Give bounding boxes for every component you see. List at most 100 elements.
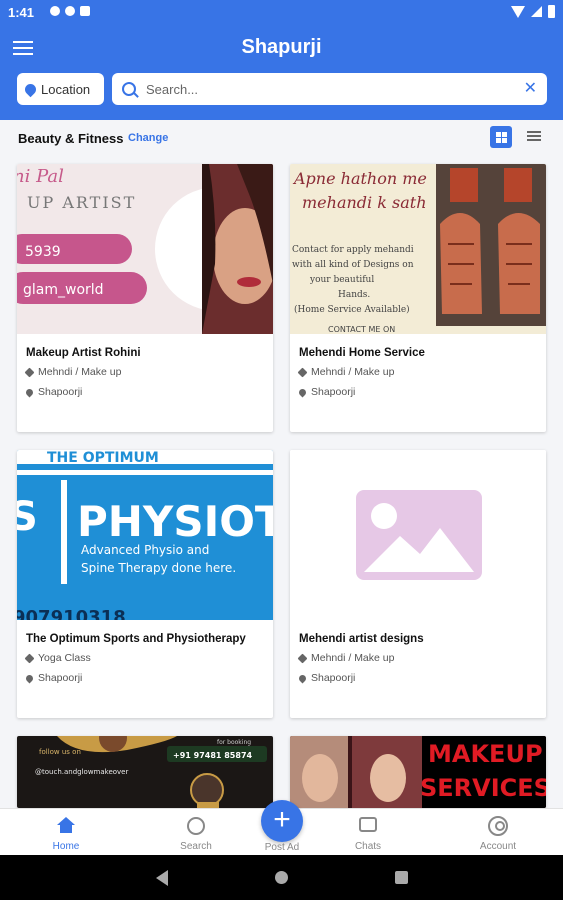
listing-image: ni Pal UP ARTIST 5939 glam_world (17, 164, 273, 334)
image-text-6: Hands. (338, 290, 370, 300)
listing-location-text: Shapoorji (311, 672, 356, 684)
listing-location: Shapoorji (24, 386, 83, 398)
search-bar[interactable]: ✕ (112, 73, 547, 105)
search-icon (122, 82, 136, 96)
wifi-icon (511, 5, 525, 18)
listing-category: Mehndi / Make up (297, 652, 394, 664)
listing-image: MAKEUP SERVICES (290, 736, 546, 808)
location-label: Location (41, 81, 91, 97)
app-screen: 1:41 Shapurji Location ✕ Beauty & Fitnes… (0, 0, 563, 900)
status-time: 1:41 (8, 5, 35, 20)
notification-icons (50, 6, 90, 16)
image-placeholder-icon (290, 450, 546, 620)
image-text-1: MAKEUP (428, 740, 543, 768)
image-text-2: SERVICES (420, 774, 546, 802)
signal-icon (531, 6, 542, 17)
listing-location-text: Shapoorji (38, 672, 83, 684)
image-text-3: Advanced Physio and (81, 543, 209, 557)
home-circle-icon[interactable] (275, 871, 288, 884)
listing-image: Apne hathon me mehandi k sath Contact fo… (290, 164, 546, 334)
app-title: Shapurji (241, 36, 322, 58)
tag-icon (297, 367, 308, 377)
image-text-1: follow us on (39, 748, 81, 756)
image-text-2: UP ARTIST (27, 193, 136, 212)
image-text-4: glam_world (23, 282, 104, 298)
listing-card[interactable]: follow us on @touch.andglowmakeover +91 … (17, 736, 273, 808)
listing-location-text: Shapoorji (311, 386, 356, 398)
listing-card[interactable]: THE OPTIMUM S PHYSIOT Advanced Physio an… (17, 450, 273, 718)
listing-location: Shapoorji (24, 672, 83, 684)
image-text-2: PHYSIOT (77, 497, 273, 546)
app-notification-icon (65, 6, 75, 16)
nav-account[interactable]: Account (458, 809, 538, 856)
image-text-3: +91 97481 85874 (173, 751, 253, 760)
image-text-3: 5939 (25, 244, 61, 260)
nav-account-label: Account (479, 841, 517, 852)
listing-category: Mehndi / Make up (297, 366, 395, 378)
tag-icon (297, 653, 308, 663)
listing-image: follow us on @touch.andglowmakeover +91 … (17, 736, 273, 808)
nav-chats-label: Chats (354, 841, 382, 852)
location-pin-icon (22, 81, 39, 97)
battery-icon (548, 5, 555, 18)
location-pin-icon (24, 673, 35, 683)
image-text-5: 907910318 (17, 607, 126, 620)
chat-icon (359, 817, 377, 832)
listing-location: Shapoorji (297, 386, 356, 398)
home-icon (57, 817, 75, 833)
change-category-link[interactable]: Change (128, 132, 168, 144)
image-placeholder (290, 450, 546, 620)
listing-category-text: Mehndi / Make up (311, 366, 395, 378)
listing-card[interactable]: Apne hathon me mehandi k sath Contact fo… (290, 164, 546, 432)
image-text-2: mehandi k sath (302, 193, 427, 212)
listing-card[interactable]: MAKEUP SERVICES (290, 736, 546, 808)
post-ad-button[interactable]: + (261, 800, 303, 842)
account-icon (488, 816, 508, 836)
svg-text:S: S (17, 494, 38, 540)
tag-icon (24, 367, 35, 377)
image-text-1: THE OPTIMUM (47, 450, 159, 466)
image-text-3: Contact for apply mehandi (292, 245, 414, 255)
post-ad-label: Post Ad (264, 842, 300, 853)
nav-home-label: Home (52, 841, 80, 852)
listing-category: Mehndi / Make up (24, 366, 122, 378)
system-status-icons (511, 5, 555, 18)
listing-title: Mehendi Home Service (299, 347, 425, 359)
listing-category-text: Yoga Class (38, 652, 91, 664)
recent-apps-icon[interactable] (395, 871, 408, 884)
back-icon[interactable] (156, 870, 168, 886)
image-text-8: CONTACT ME ON (328, 325, 395, 334)
image-text-4: Spine Therapy done here. (81, 561, 236, 575)
app-bar: Shapurji Location ✕ (0, 26, 563, 120)
system-navigation-bar (0, 855, 563, 900)
clear-search-icon[interactable]: ✕ (524, 81, 537, 97)
listing-title: The Optimum Sports and Physiotherapy (26, 633, 246, 645)
image-text-4: for booking (217, 739, 251, 746)
nav-chats[interactable]: Chats (328, 809, 408, 856)
location-pin-icon (24, 387, 35, 397)
location-pin-icon (297, 387, 308, 397)
notification-dot-icon (50, 6, 60, 16)
image-text-2: @touch.andglowmakeover (35, 768, 128, 776)
listing-image: THE OPTIMUM S PHYSIOT Advanced Physio an… (17, 450, 273, 620)
category-title: Beauty & Fitness (18, 131, 124, 146)
search-icon (187, 817, 205, 835)
location-pin-icon (297, 673, 308, 683)
image-text-7: (Home Service Available) (294, 304, 410, 315)
image-text-1: Apne hathon me (292, 169, 427, 188)
listing-card[interactable]: Mehendi artist designs Mehndi / Make up … (290, 450, 546, 718)
grid-view-button[interactable] (490, 126, 512, 148)
nav-search[interactable]: Search (156, 809, 236, 856)
listing-location-text: Shapoorji (38, 386, 83, 398)
listing-category: Yoga Class (24, 652, 91, 664)
listing-location: Shapoorji (297, 672, 356, 684)
image-text-5: your beautiful (309, 275, 374, 285)
location-button[interactable]: Location (17, 73, 104, 105)
category-filter-row: Beauty & Fitness Change (0, 120, 563, 156)
listing-category-text: Mehndi / Make up (38, 366, 122, 378)
list-view-button[interactable] (527, 131, 541, 143)
sd-card-icon (80, 6, 90, 16)
listing-card[interactable]: ni Pal UP ARTIST 5939 glam_world Makeup … (17, 164, 273, 432)
search-input[interactable] (146, 81, 524, 97)
nav-home[interactable]: Home (26, 809, 106, 856)
